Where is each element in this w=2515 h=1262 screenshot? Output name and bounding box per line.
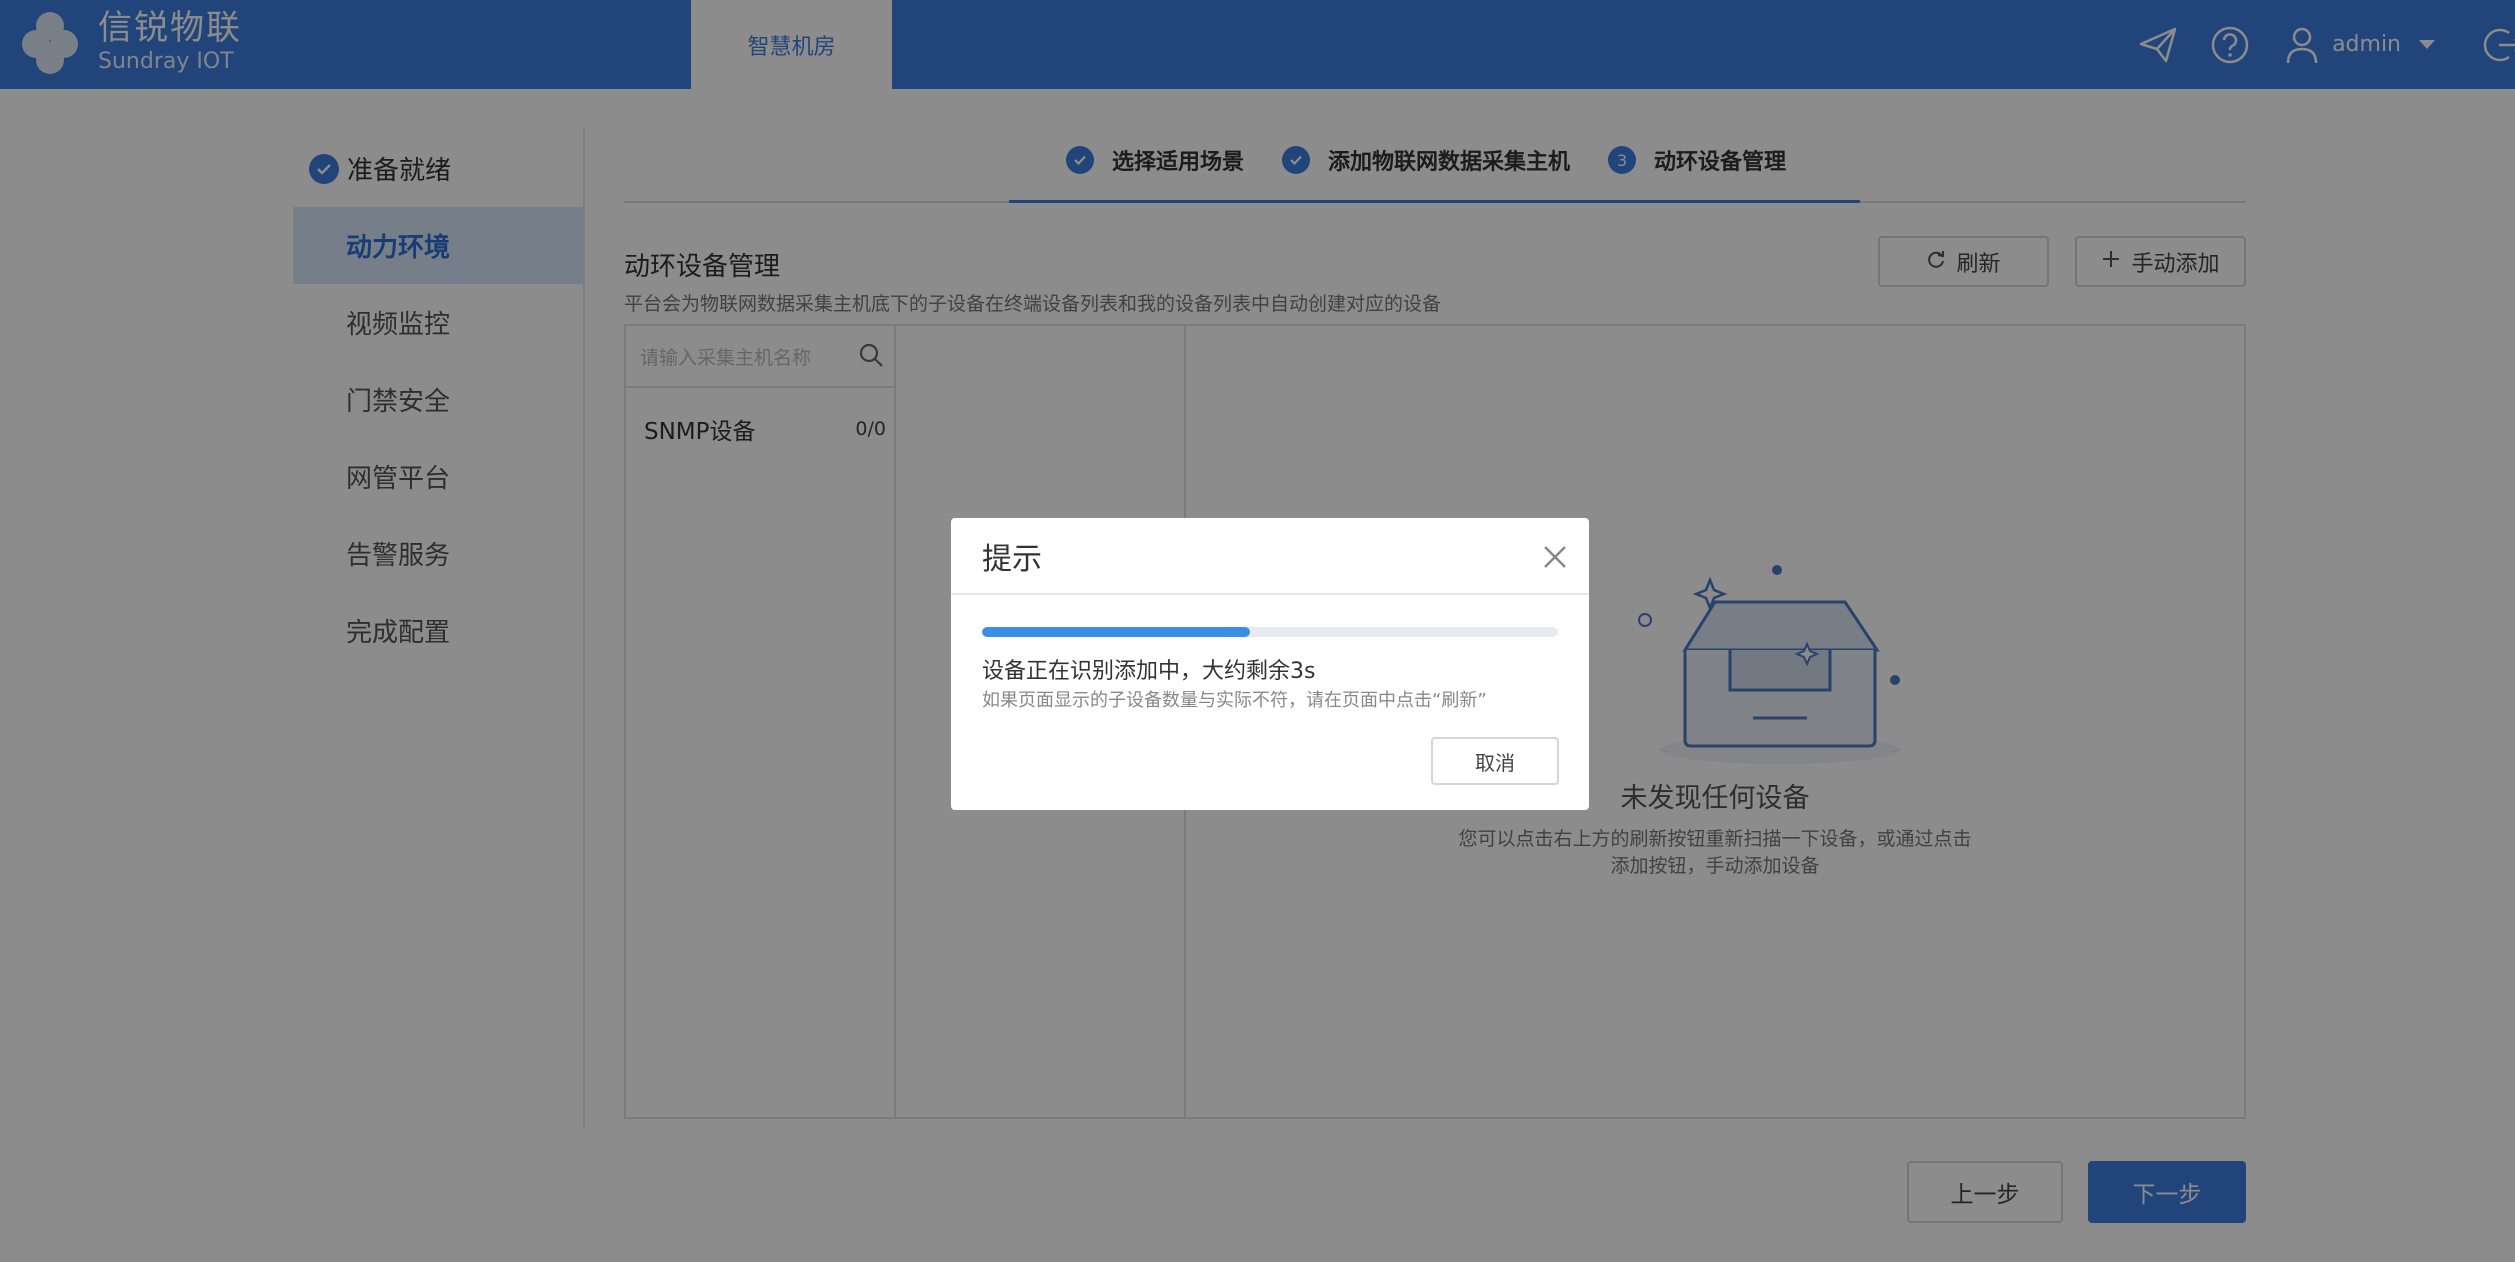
- progress-bar: [982, 627, 1558, 637]
- close-icon[interactable]: [1541, 543, 1569, 571]
- progress-fill: [982, 627, 1250, 637]
- dialog-title: 提示: [982, 541, 1042, 577]
- progress-dialog: 提示 设备正在识别添加中，大约剩余3s 如果页面显示的子设备数量与实际不符，请在…: [951, 518, 1589, 810]
- dialog-header: 提示: [951, 518, 1589, 595]
- dialog-sub-message: 如果页面显示的子设备数量与实际不符，请在页面中点击“刷新”: [982, 690, 1487, 711]
- cancel-button[interactable]: 取消: [1431, 737, 1559, 785]
- dialog-message: 设备正在识别添加中，大约剩余3s: [982, 659, 1316, 684]
